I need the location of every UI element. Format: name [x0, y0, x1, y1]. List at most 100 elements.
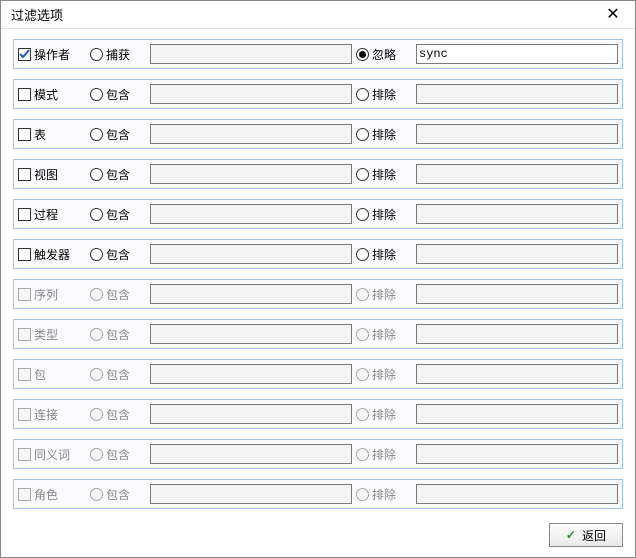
right-radio-label: 排除	[372, 446, 396, 463]
right-radio[interactable]	[356, 48, 369, 61]
left-radio[interactable]	[90, 88, 103, 101]
right-input[interactable]	[417, 125, 617, 143]
right-input[interactable]	[417, 45, 617, 63]
row-checkbox	[18, 448, 31, 461]
row-name-label: 视图	[34, 166, 58, 183]
left-radio-cell: 包含	[90, 246, 146, 263]
left-radio-cell: 包含	[90, 406, 146, 423]
row-checkbox-cell: 包	[18, 366, 86, 383]
left-input-wrap	[150, 164, 352, 184]
right-radio	[356, 328, 369, 341]
titlebar: 过滤选项 ✕	[1, 1, 635, 29]
left-input[interactable]	[151, 165, 351, 183]
row-checkbox[interactable]	[18, 88, 31, 101]
row-name-label: 操作者	[34, 46, 70, 63]
row-checkbox	[18, 368, 31, 381]
close-button[interactable]: ✕	[599, 3, 627, 27]
right-radio[interactable]	[356, 168, 369, 181]
right-input[interactable]	[417, 85, 617, 103]
right-radio[interactable]	[356, 88, 369, 101]
row-checkbox[interactable]	[18, 248, 31, 261]
filter-row-operator: 操作者捕获忽略	[13, 39, 623, 69]
left-radio[interactable]	[90, 48, 103, 61]
right-radio	[356, 288, 369, 301]
left-radio-label: 包含	[106, 86, 130, 103]
left-input	[151, 325, 351, 343]
right-input[interactable]	[417, 165, 617, 183]
right-radio[interactable]	[356, 128, 369, 141]
right-radio-label: 排除	[372, 486, 396, 503]
right-radio-cell: 排除	[356, 486, 412, 503]
row-checkbox	[18, 408, 31, 421]
right-radio-label: 排除	[372, 166, 396, 183]
left-input[interactable]	[151, 45, 351, 63]
row-name-label: 模式	[34, 86, 58, 103]
left-input-wrap	[150, 444, 352, 464]
left-radio-label: 包含	[106, 326, 130, 343]
right-input-wrap	[416, 84, 618, 104]
left-radio	[90, 408, 103, 421]
row-checkbox[interactable]	[18, 128, 31, 141]
row-checkbox[interactable]	[18, 48, 31, 61]
right-radio	[356, 408, 369, 421]
filter-row-synonym: 同义词 包含 排除	[13, 439, 623, 469]
right-radio-cell: 排除	[356, 206, 412, 223]
left-radio-cell: 包含	[90, 326, 146, 343]
left-radio-label: 包含	[106, 206, 130, 223]
right-radio-label: 排除	[372, 326, 396, 343]
right-input[interactable]	[417, 205, 617, 223]
row-checkbox-cell: 表	[18, 126, 86, 143]
row-name-label: 过程	[34, 206, 58, 223]
right-input-wrap	[416, 164, 618, 184]
row-checkbox-cell: 连接	[18, 406, 86, 423]
left-radio[interactable]	[90, 248, 103, 261]
row-checkbox-cell: 过程	[18, 206, 86, 223]
left-radio[interactable]	[90, 128, 103, 141]
left-radio-cell: 包含	[90, 446, 146, 463]
right-radio-cell: 排除	[356, 286, 412, 303]
right-input	[417, 365, 617, 383]
right-input-wrap	[416, 204, 618, 224]
right-radio[interactable]	[356, 248, 369, 261]
left-input[interactable]	[151, 245, 351, 263]
right-radio[interactable]	[356, 208, 369, 221]
back-button[interactable]: ✓ 返回	[549, 523, 623, 547]
left-input-wrap	[150, 84, 352, 104]
left-radio-cell: 包含	[90, 166, 146, 183]
right-radio-cell: 排除	[356, 86, 412, 103]
left-input[interactable]	[151, 85, 351, 103]
filter-row-trigger: 触发器包含排除	[13, 239, 623, 269]
filter-row-schema: 模式 包含 排除	[13, 79, 623, 109]
left-radio[interactable]	[90, 208, 103, 221]
right-input-wrap	[416, 444, 618, 464]
left-input-wrap	[150, 484, 352, 504]
right-input	[417, 405, 617, 423]
left-input	[151, 285, 351, 303]
left-input[interactable]	[151, 205, 351, 223]
right-input-wrap	[416, 404, 618, 424]
left-radio-label: 包含	[106, 446, 130, 463]
row-checkbox-cell: 类型	[18, 326, 86, 343]
right-input[interactable]	[417, 245, 617, 263]
left-input	[151, 485, 351, 503]
left-input	[151, 365, 351, 383]
left-radio	[90, 488, 103, 501]
filter-row-package: 包包含排除	[13, 359, 623, 389]
right-input	[417, 285, 617, 303]
left-input-wrap	[150, 244, 352, 264]
right-radio-cell: 排除	[356, 366, 412, 383]
right-radio-label: 排除	[372, 206, 396, 223]
right-radio-label: 忽略	[372, 46, 396, 63]
row-checkbox[interactable]	[18, 168, 31, 181]
left-input	[151, 445, 351, 463]
row-name-label: 同义词	[34, 446, 70, 463]
left-radio	[90, 448, 103, 461]
left-radio[interactable]	[90, 168, 103, 181]
window-title: 过滤选项	[11, 5, 63, 24]
left-input[interactable]	[151, 125, 351, 143]
right-radio-cell: 排除	[356, 126, 412, 143]
right-input	[417, 445, 617, 463]
right-radio	[356, 448, 369, 461]
row-checkbox[interactable]	[18, 208, 31, 221]
right-input-wrap	[416, 44, 618, 64]
